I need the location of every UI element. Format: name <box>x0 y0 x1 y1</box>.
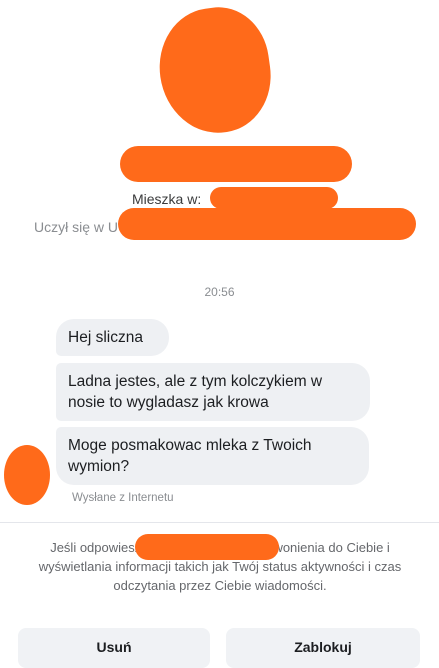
redacted-name <box>120 146 352 182</box>
message-bubble[interactable]: Ladna jestes, ale z tym kolczykiem w nos… <box>56 363 370 421</box>
delete-button[interactable]: Usuń <box>18 628 210 668</box>
divider <box>0 522 439 523</box>
redacted-profile-photo-lobe <box>186 68 254 130</box>
message-timestamp: 20:56 <box>204 285 235 299</box>
lives-in-label: Mieszka w: <box>132 191 202 207</box>
studied-at-label: Uczył się w U <box>34 219 119 235</box>
message-bubble[interactable]: Moge posmakowac mleka z Twoich wymion? <box>56 427 369 485</box>
redacted-location <box>210 187 338 209</box>
message-bubble[interactable]: Hej sliczna <box>56 319 169 356</box>
redacted-sender-name <box>135 534 279 560</box>
block-button[interactable]: Zablokuj <box>226 628 420 668</box>
redacted-school <box>118 208 416 240</box>
redacted-sender-avatar <box>4 445 50 505</box>
sent-via-label: Wysłane z Internetu <box>72 492 174 504</box>
